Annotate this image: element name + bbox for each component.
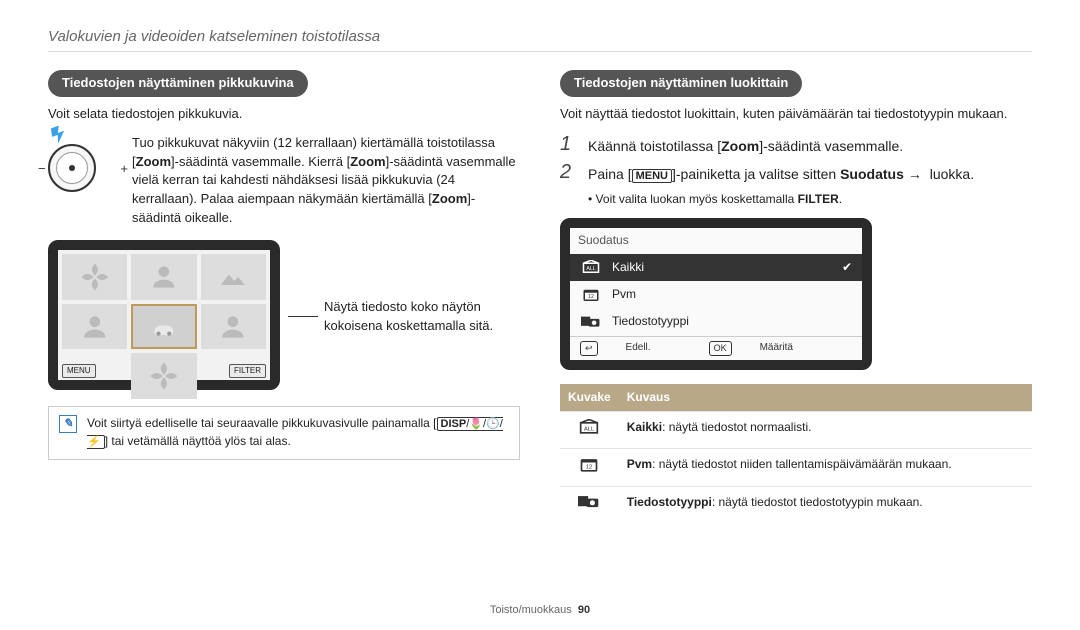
th-desc: Kuvaus — [619, 384, 1032, 412]
t: DISP — [441, 418, 467, 430]
right-intro: Voit näyttää tiedostot luokittain, kuten… — [560, 105, 1032, 124]
sub-bullet: Voit valita luokan myös koskettamalla FI… — [588, 191, 1032, 208]
table-row: 12 Pvm: näytä tiedostot niiden tallentam… — [560, 448, 1032, 486]
filter-row-date: 12 Pvm — [570, 281, 862, 308]
svg-text:ALL: ALL — [586, 266, 595, 272]
callout-text: Näytä tiedosto koko näytön kokoisena kos… — [324, 298, 514, 336]
filter-menu-screen: Suodatus ALL Kaikki ✔ 12 Pvm Tiedostotyy… — [560, 218, 872, 370]
t: . — [839, 192, 842, 206]
filetype-icon — [580, 315, 602, 329]
footer-section: Toisto/muokkaus — [490, 604, 572, 616]
filter-title: Suodatus — [570, 228, 862, 253]
flash-icon — [47, 121, 73, 147]
check-icon: ✔ — [842, 259, 852, 276]
t: Paina [ — [588, 166, 632, 182]
thumbnail — [62, 304, 127, 350]
page-footer: Toisto/muokkaus 90 — [0, 604, 1080, 616]
t: ]-säädintä vasemmalle. — [759, 138, 903, 154]
thumbnail-grid — [62, 254, 266, 358]
zoom-dial: − + — [48, 134, 118, 228]
callout-leader — [288, 316, 318, 317]
section-pill-thumbnails: Tiedostojen näyttäminen pikkukuvina — [48, 70, 308, 97]
main-columns: Tiedostojen näyttäminen pikkukuvina Voit… — [48, 70, 1032, 522]
calendar-icon: 12 — [580, 287, 602, 303]
note-box: ✎ Voit siirtyä edelliselle tai seuraaval… — [48, 406, 520, 460]
t: ]-painiketta ja valitse sitten — [672, 166, 840, 182]
menu-chip: MENU — [62, 364, 96, 378]
t: Voit siirtyä edelliselle tai seuraavalle… — [87, 416, 437, 430]
camera-thumbnail-screen: MENU FILTER — [48, 240, 280, 390]
ok-chip: OK — [709, 341, 732, 356]
t: luokka. — [926, 166, 974, 182]
filter-chip: FILTER — [229, 364, 266, 378]
table-header-row: Kuvake Kuvaus — [560, 384, 1032, 412]
filter-label: FILTER — [798, 192, 839, 206]
svg-text:12: 12 — [586, 464, 592, 470]
thumbnail — [131, 254, 196, 300]
back-icon: ↩ — [580, 341, 598, 356]
step-2: Paina [MENU]-painiketta ja valitse sitte… — [560, 162, 1032, 185]
plus-label: + — [120, 160, 128, 179]
filter-row-label: Pvm — [612, 286, 636, 303]
zoom-label: Zoom — [136, 154, 171, 169]
t: Voit valita luokan myös koskettamalla — [596, 192, 798, 206]
zoom-label: Zoom — [721, 138, 759, 154]
table-row: ALL Kaikki: näytä tiedostot normaalisti. — [560, 412, 1032, 448]
icon-cell-type — [560, 487, 619, 523]
dial-paragraph: Tuo pikkukuvat näkyviin (12 kerrallaan) … — [132, 134, 520, 228]
all-icon: ALL — [580, 260, 602, 274]
t: Käännä toistotilassa [ — [588, 138, 721, 154]
t: : näytä tiedostot niiden tallentamispäiv… — [652, 457, 952, 471]
right-column: Tiedostojen näyttäminen luokittain Voit … — [560, 70, 1032, 522]
dial-row: − + Tuo pikkukuvat näkyviin (12 kerralla… — [48, 134, 520, 228]
thumbnail — [201, 304, 266, 350]
screen-bottom-bar: MENU FILTER — [62, 364, 266, 378]
t: : näytä tiedostot normaalisti. — [662, 420, 811, 434]
thumbnail-selected — [131, 304, 196, 350]
menu-key: MENU — [632, 169, 672, 183]
dial-icon — [48, 144, 96, 192]
set-label: Määritä — [760, 341, 793, 356]
note-icon: ✎ — [59, 415, 77, 433]
th-icon: Kuvake — [560, 384, 619, 412]
icon-cell-all: ALL — [560, 412, 619, 448]
description-table: Kuvake Kuvaus ALL Kaikki: näytä tiedosto… — [560, 384, 1032, 523]
term: Kaikki — [627, 420, 662, 434]
t: ] tai vetämällä näyttöä ylös tai alas. — [105, 434, 291, 448]
desc-cell: Pvm: näytä tiedostot niiden tallentamisp… — [619, 448, 1032, 486]
zoom-label: Zoom — [432, 191, 467, 206]
section-pill-categories: Tiedostojen näyttäminen luokittain — [560, 70, 802, 97]
svg-text:12: 12 — [588, 294, 594, 300]
desc-cell: Kaikki: näytä tiedostot normaalisti. — [619, 412, 1032, 448]
minus-label: − — [38, 160, 46, 179]
back-label: Edell. — [626, 341, 651, 356]
filter-row-type: Tiedostotyyppi — [570, 308, 862, 335]
table-row: Tiedostotyyppi: näytä tiedostot tiedosto… — [560, 487, 1032, 523]
filter-row-all: ALL Kaikki ✔ — [570, 254, 862, 281]
desc-cell: Tiedostotyyppi: näytä tiedostot tiedosto… — [619, 487, 1032, 523]
note-text: Voit siirtyä edelliselle tai seuraavalle… — [87, 415, 509, 451]
thumbnail — [201, 254, 266, 300]
filter-bottom-bar: ↩ Edell. OK Määritä — [570, 336, 862, 360]
steps-list: Käännä toistotilassa [Zoom]-säädintä vas… — [560, 134, 1032, 185]
t: ]-säädintä vasemmalle. Kierrä [ — [171, 154, 350, 169]
term: Tiedostotyyppi — [627, 495, 712, 509]
footer-page: 90 — [578, 604, 590, 616]
svg-text:ALL: ALL — [584, 427, 595, 433]
filter-row-label: Kaikki — [612, 259, 644, 276]
page-header: Valokuvien ja videoiden katseleminen toi… — [48, 28, 1032, 52]
arrow-icon: → — [904, 166, 926, 182]
step-1: Käännä toistotilassa [Zoom]-säädintä vas… — [560, 134, 1032, 156]
suodatus-term: Suodatus — [840, 166, 904, 182]
filter-row-label: Tiedostotyyppi — [612, 313, 689, 330]
left-intro: Voit selata tiedostojen pikkukuvia. — [48, 105, 520, 124]
zoom-label: Zoom — [350, 154, 385, 169]
left-column: Tiedostojen näyttäminen pikkukuvina Voit… — [48, 70, 520, 522]
t: : näytä tiedostot tiedostotyypin mukaan. — [712, 495, 923, 509]
term: Pvm — [627, 457, 652, 471]
icon-cell-date: 12 — [560, 448, 619, 486]
thumbnail — [62, 254, 127, 300]
